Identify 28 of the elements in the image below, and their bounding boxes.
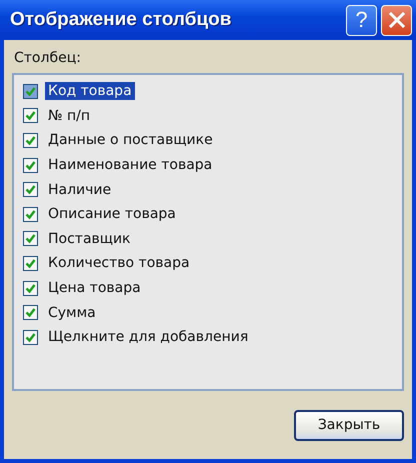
list-item[interactable]: Наличие (45, 180, 114, 199)
list-item[interactable]: Цена товара (45, 279, 144, 298)
list-item[interactable]: Описание товара (45, 205, 179, 224)
checkbox[interactable] (23, 206, 38, 222)
close-icon (388, 11, 406, 29)
checkbox[interactable] (23, 182, 38, 198)
list-item[interactable]: Сумма (45, 304, 99, 322)
checkbox[interactable] (23, 256, 38, 271)
checkbox[interactable] (23, 280, 38, 296)
list-item[interactable]: Код товара (45, 82, 135, 100)
list-item[interactable]: Наименование товара (45, 156, 216, 174)
list-item[interactable]: № п/п (45, 106, 94, 125)
list-item[interactable]: Данные о поставщике (45, 131, 216, 150)
checkbox[interactable] (23, 84, 38, 99)
window-title: Отображение столбцов (10, 9, 232, 31)
close-dialog-button[interactable]: Закрыть (294, 410, 404, 440)
checkbox[interactable] (23, 158, 38, 173)
checkbox[interactable] (23, 108, 38, 124)
list-item[interactable]: Щелкните для добавления (45, 328, 252, 346)
list-label: Столбец: (14, 50, 82, 66)
help-button[interactable]: ? (346, 4, 377, 36)
close-button[interactable] (381, 4, 412, 36)
list-item[interactable]: Поставщик (45, 230, 134, 248)
checkbox[interactable] (23, 330, 38, 345)
checkbox[interactable] (23, 231, 38, 246)
checkbox[interactable] (23, 305, 38, 320)
checkbox[interactable] (23, 132, 38, 148)
list-item[interactable]: Количество товара (45, 254, 193, 272)
